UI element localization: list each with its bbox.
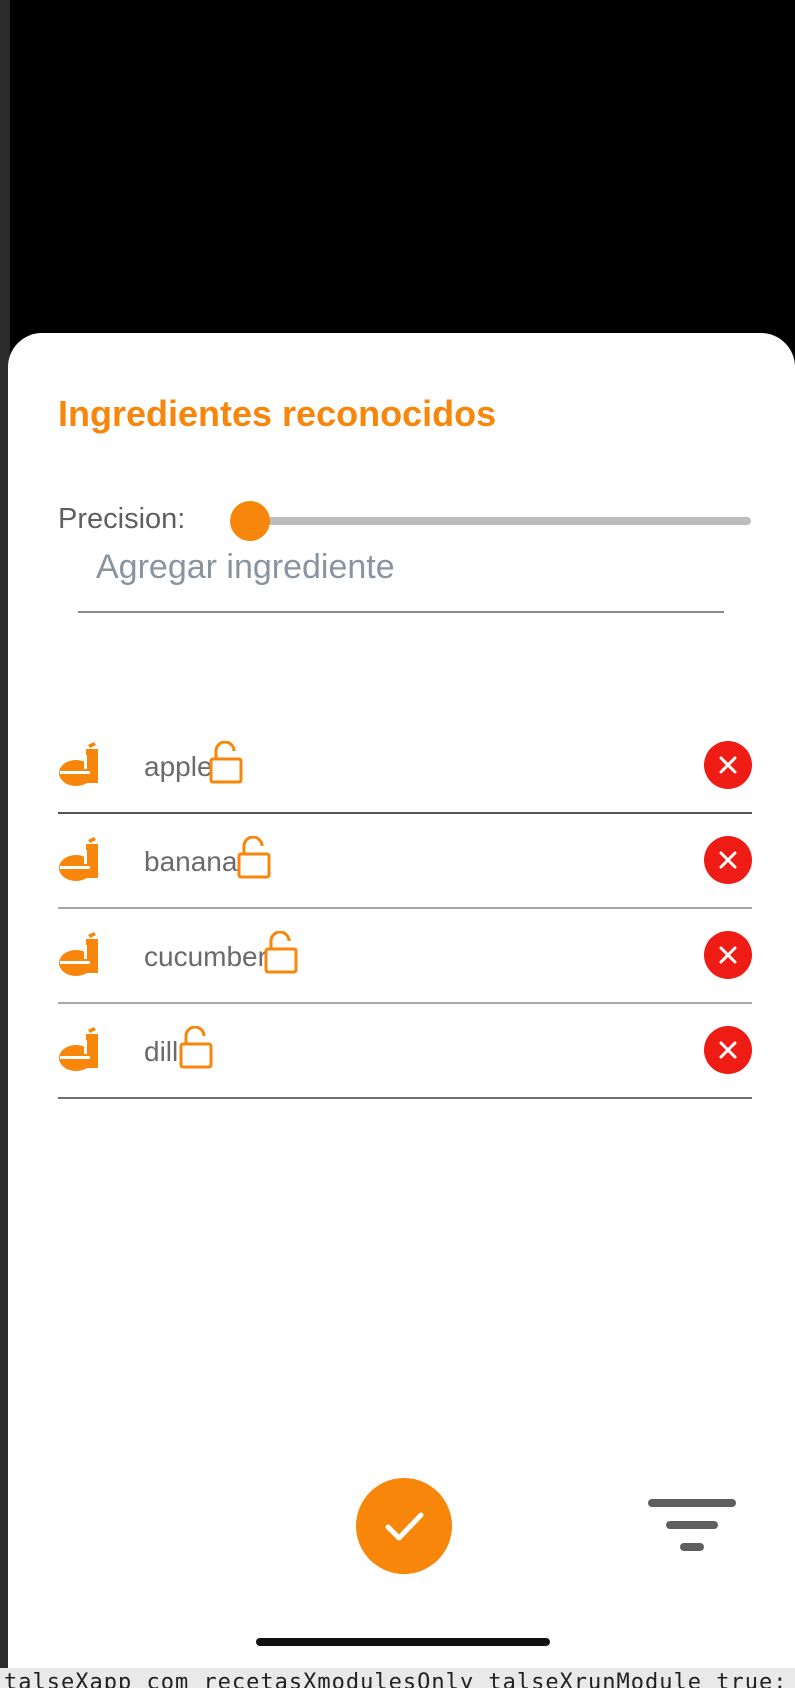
ingredients-bottom-sheet: Ingredientes reconocidos Precision: appl… — [8, 333, 795, 1668]
food-icon — [59, 837, 98, 881]
filter-icon — [648, 1499, 736, 1551]
add-ingredient-input[interactable] — [78, 523, 724, 611]
unlock-icon[interactable] — [208, 741, 244, 785]
ingredient-row: banana — [58, 814, 752, 909]
close-icon — [719, 946, 737, 964]
ingredient-row: apple — [58, 719, 752, 814]
ingredient-row: dill — [58, 1004, 752, 1099]
ingredient-list: apple banana cucumber dill — [58, 719, 752, 1099]
sheet-title: Ingredientes reconocidos — [58, 393, 497, 434]
confirm-button[interactable] — [356, 1478, 452, 1574]
ingredient-name: dill — [144, 1036, 179, 1067]
filter-button[interactable] — [644, 1493, 740, 1563]
close-icon — [719, 756, 737, 774]
add-ingredient-field[interactable] — [78, 523, 724, 613]
ingredient-name: cucumber — [144, 941, 267, 972]
unlock-icon[interactable] — [263, 931, 299, 975]
food-icon — [59, 742, 98, 786]
food-icon — [59, 932, 98, 976]
ingredient-name: apple — [144, 751, 213, 782]
ingredient-name: banana — [144, 846, 238, 877]
close-icon — [719, 851, 737, 869]
remove-ingredient-button[interactable] — [704, 836, 752, 884]
background-console-line: talseXapp com recetasXmodulesOnly talseX… — [0, 1668, 795, 1688]
background-console-text: talseXapp com recetasXmodulesOnly talseX… — [4, 1670, 788, 1688]
remove-ingredient-button[interactable] — [704, 741, 752, 789]
unlock-icon[interactable] — [178, 1026, 214, 1070]
check-icon — [385, 1512, 424, 1541]
remove-ingredient-button[interactable] — [704, 1026, 752, 1074]
ingredient-row: cucumber — [58, 909, 752, 1004]
unlock-icon[interactable] — [236, 836, 272, 880]
home-indicator — [256, 1638, 550, 1646]
remove-ingredient-button[interactable] — [704, 931, 752, 979]
food-icon — [59, 1027, 98, 1071]
close-icon — [719, 1041, 737, 1059]
